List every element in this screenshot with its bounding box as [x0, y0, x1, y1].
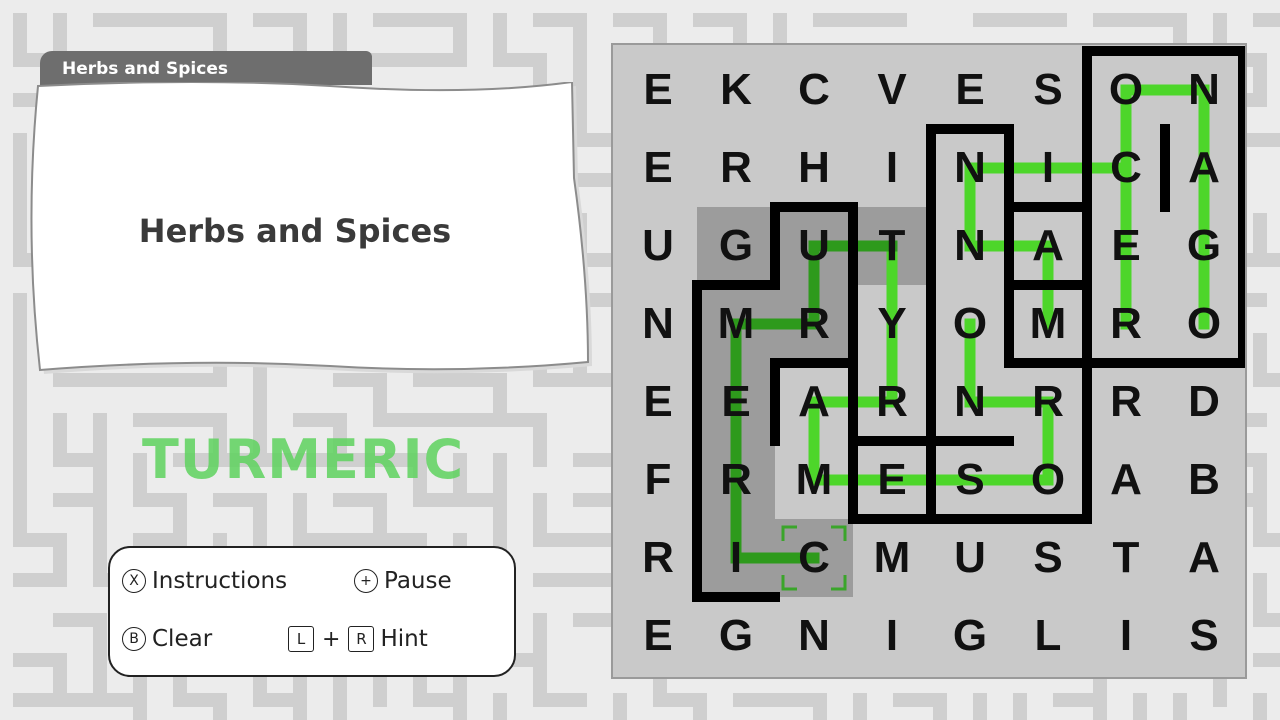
grid-cell[interactable]: U	[931, 519, 1009, 597]
grid-cell[interactable]: N	[619, 285, 697, 363]
grid-cell[interactable]: U	[619, 207, 697, 285]
grid-cell[interactable]: C	[775, 51, 853, 129]
grid-cell[interactable]: O	[931, 285, 1009, 363]
hint-label: Hint	[380, 626, 428, 652]
plus-button-icon: +	[354, 569, 378, 593]
grid-cell[interactable]: M	[697, 285, 775, 363]
grid-cell[interactable]: R	[697, 441, 775, 519]
grid-cell[interactable]: F	[619, 441, 697, 519]
instructions-control[interactable]: X Instructions	[122, 568, 287, 594]
pause-label: Pause	[384, 568, 452, 594]
grid-cell[interactable]: I	[853, 129, 931, 207]
word-grid[interactable]: EKCVESONERHINICAUGUTNAEGNMRYOMROEEARNRRD…	[611, 43, 1247, 679]
controls-panel: X Instructions + Pause B Clear L + R Hin…	[108, 546, 516, 677]
grid-cell[interactable]: N	[1165, 51, 1243, 129]
instructions-label: Instructions	[152, 568, 288, 594]
grid-cell[interactable]: N	[775, 597, 853, 675]
grid-cell[interactable]: I	[1087, 597, 1165, 675]
grid-cell[interactable]: I	[853, 597, 931, 675]
grid-cell[interactable]: D	[1165, 363, 1243, 441]
b-button-icon: B	[122, 627, 146, 651]
l-button-icon: L	[288, 626, 314, 652]
grid-cell[interactable]: I	[697, 519, 775, 597]
category-tab: Herbs and Spices	[40, 51, 372, 85]
grid-cell[interactable]: N	[931, 207, 1009, 285]
grid-cell[interactable]: S	[931, 441, 1009, 519]
grid-cell[interactable]: E	[619, 129, 697, 207]
grid-cell[interactable]: U	[775, 207, 853, 285]
grid-cell[interactable]: A	[1165, 519, 1243, 597]
grid-cell[interactable]: A	[1009, 207, 1087, 285]
grid-cell[interactable]: S	[1009, 51, 1087, 129]
grid-cell[interactable]: O	[1009, 441, 1087, 519]
clear-label: Clear	[152, 626, 213, 652]
grid-cell[interactable]: T	[1087, 519, 1165, 597]
grid-cell[interactable]: A	[1087, 441, 1165, 519]
x-button-icon: X	[122, 569, 146, 593]
grid-cell[interactable]: S	[1165, 597, 1243, 675]
grid-cell[interactable]: E	[619, 363, 697, 441]
hint-plus: +	[322, 626, 341, 652]
grid-cell[interactable]: B	[1165, 441, 1243, 519]
grid-cell[interactable]: R	[1087, 363, 1165, 441]
grid-cell[interactable]: O	[1087, 51, 1165, 129]
grid-cell[interactable]: R	[853, 363, 931, 441]
grid-cell[interactable]: E	[1087, 207, 1165, 285]
grid-cell[interactable]: G	[697, 207, 775, 285]
grid-cell[interactable]: N	[931, 129, 1009, 207]
grid-cell[interactable]: O	[1165, 285, 1243, 363]
grid-cell[interactable]: M	[775, 441, 853, 519]
grid-cell[interactable]: R	[697, 129, 775, 207]
grid-cell[interactable]: I	[1009, 129, 1087, 207]
hint-control[interactable]: L + R Hint	[288, 626, 428, 652]
grid-cell[interactable]: E	[697, 363, 775, 441]
found-word: TURMERIC	[142, 428, 465, 491]
grid-cell[interactable]: G	[697, 597, 775, 675]
category-title: Herbs and Spices	[138, 212, 452, 250]
grid-cell[interactable]: H	[775, 129, 853, 207]
grid-cell[interactable]: G	[931, 597, 1009, 675]
grid-cell[interactable]: C	[1087, 129, 1165, 207]
grid-cell[interactable]: E	[619, 51, 697, 129]
grid-cell[interactable]: C	[775, 519, 853, 597]
grid-cell[interactable]: K	[697, 51, 775, 129]
grid-cell[interactable]: Y	[853, 285, 931, 363]
grid-cell[interactable]: R	[1009, 363, 1087, 441]
grid-cell[interactable]: V	[853, 51, 931, 129]
grid-cell[interactable]: R	[1087, 285, 1165, 363]
grid-cell[interactable]: M	[853, 519, 931, 597]
grid-cell[interactable]: A	[1165, 129, 1243, 207]
category-scroll: Herbs and Spices	[30, 82, 600, 382]
grid-cell[interactable]: E	[853, 441, 931, 519]
grid-cell[interactable]: T	[853, 207, 931, 285]
grid-cell[interactable]: S	[1009, 519, 1087, 597]
pause-control[interactable]: + Pause	[354, 568, 452, 594]
grid-cell[interactable]: N	[931, 363, 1009, 441]
grid-cell[interactable]: G	[1165, 207, 1243, 285]
r-button-icon: R	[348, 626, 375, 652]
clear-control[interactable]: B Clear	[122, 626, 212, 652]
grid-cell[interactable]: R	[775, 285, 853, 363]
grid-cell[interactable]: M	[1009, 285, 1087, 363]
grid-cell[interactable]: L	[1009, 597, 1087, 675]
grid-cell[interactable]: A	[775, 363, 853, 441]
grid-cell[interactable]: E	[931, 51, 1009, 129]
grid-cell[interactable]: R	[619, 519, 697, 597]
grid-cell[interactable]: E	[619, 597, 697, 675]
